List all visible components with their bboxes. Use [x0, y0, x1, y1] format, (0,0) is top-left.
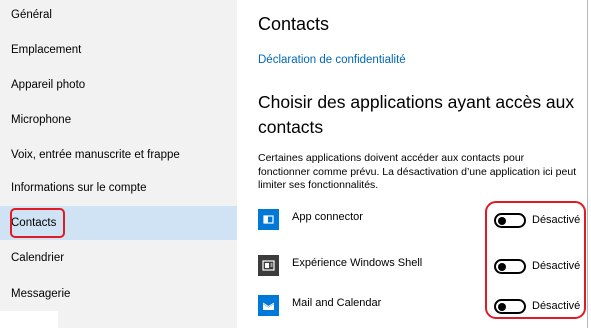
- app-name: Expérience Windows Shell: [292, 257, 423, 269]
- sidebar-item-messaging[interactable]: Messagerie: [0, 277, 237, 311]
- window-right-border: [587, 0, 591, 328]
- sidebar-item-general[interactable]: Général: [0, 0, 237, 32]
- mail-icon: [258, 295, 279, 316]
- sidebar-item-account-info[interactable]: Informations sur le compte: [0, 171, 237, 205]
- sidebar-item-camera[interactable]: Appareil photo: [0, 68, 237, 102]
- sidebar-item-label: Messagerie: [11, 288, 71, 300]
- windows-shell-icon: [258, 255, 279, 276]
- sidebar-item-location[interactable]: Emplacement: [0, 33, 237, 67]
- sidebar-item-calendar[interactable]: Calendrier: [0, 241, 237, 275]
- contacts-highlight-box: [10, 208, 65, 238]
- sidebar-item-label: Général: [11, 9, 52, 21]
- section-title: Choisir des applications ayant accès aux…: [258, 92, 575, 137]
- sidebar-item-label: Voix, entrée manuscrite et frappe: [11, 149, 180, 161]
- privacy-statement-link[interactable]: Déclaration de confidentialité: [258, 54, 406, 66]
- sidebar-bottom-gap: [0, 311, 58, 328]
- page-title: Contacts: [258, 14, 330, 34]
- sidebar-item-label: Informations sur le compte: [11, 182, 147, 194]
- sidebar-item-label: Microphone: [11, 114, 72, 126]
- app-name: Mail and Calendar: [292, 297, 382, 309]
- app-connector-icon: [258, 209, 279, 230]
- sidebar-item-label: Emplacement: [11, 44, 82, 56]
- app-name: App connector: [292, 211, 363, 223]
- sidebar-item-label: Calendrier: [11, 252, 65, 264]
- settings-sidebar: Général Emplacement Appareil photo Micro…: [0, 0, 237, 328]
- toggles-highlight-box: [485, 201, 586, 319]
- sidebar-item-label: Appareil photo: [11, 79, 86, 91]
- sidebar-item-microphone[interactable]: Microphone: [0, 103, 237, 137]
- section-description: Certaines applications doivent accéder a…: [258, 152, 577, 191]
- sidebar-item-speech-inking-typing[interactable]: Voix, entrée manuscrite et frappe: [0, 138, 237, 172]
